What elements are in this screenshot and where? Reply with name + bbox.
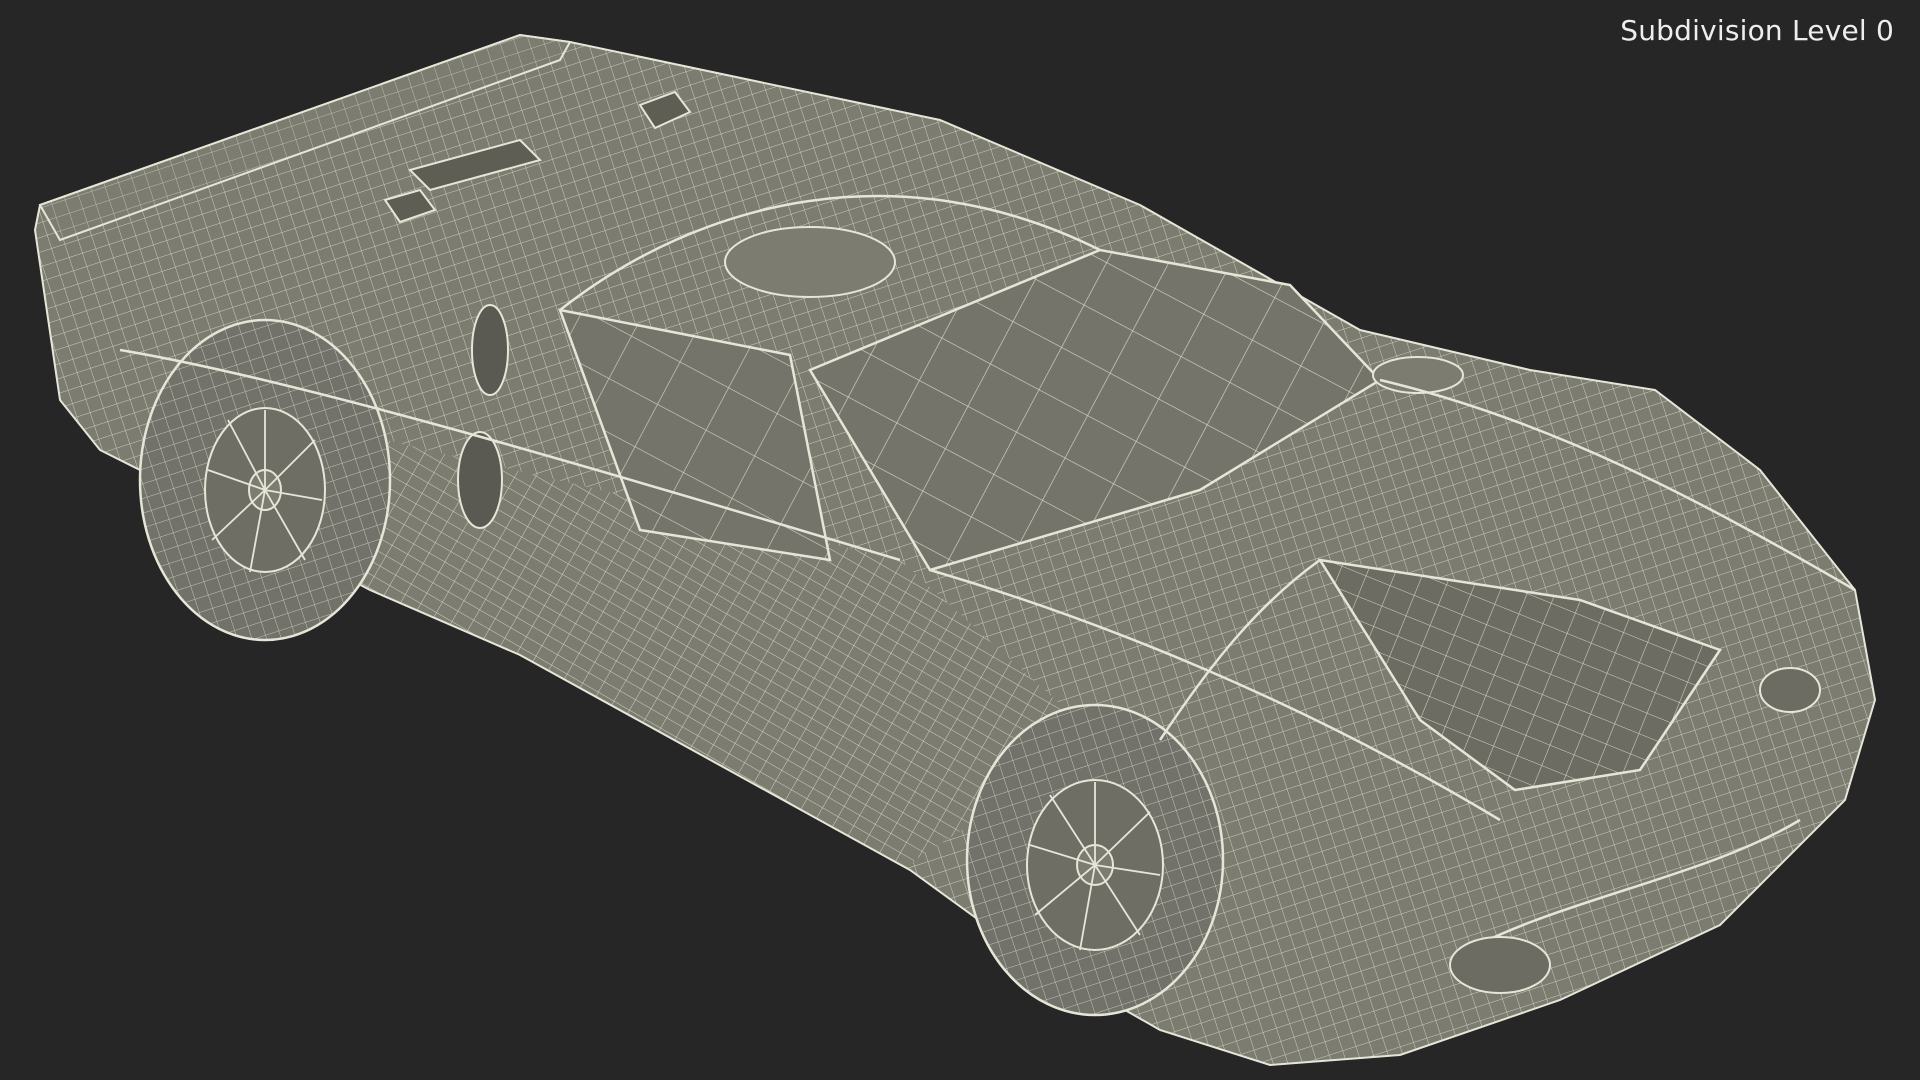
subdivision-level-label: Subdivision Level 0 — [1620, 14, 1894, 47]
car-wireframe-render — [34, 33, 1876, 1066]
render-viewport: Subdivision Level 0 — [0, 0, 1920, 1080]
